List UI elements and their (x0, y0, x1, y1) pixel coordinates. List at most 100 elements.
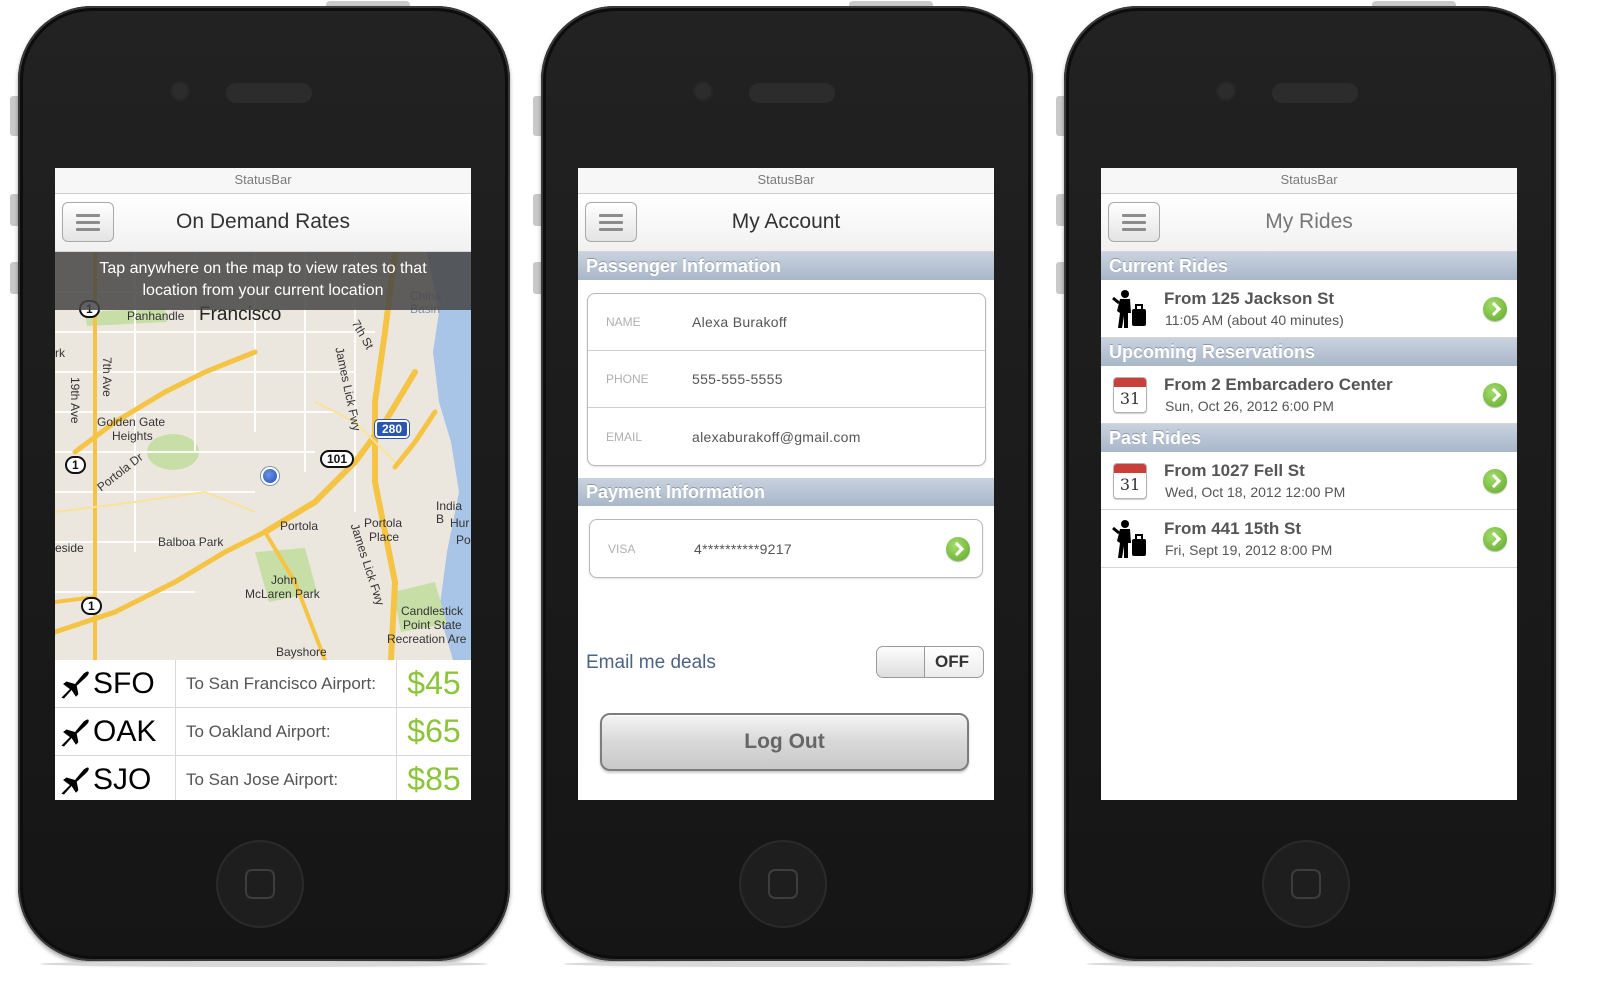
map-label-7th-ave: 7th Ave (100, 357, 114, 397)
map-label-panhandle: Panhandle (127, 309, 185, 323)
ride-time: Fri, Sept 19, 2012 8:00 PM (1165, 542, 1333, 558)
mute-switch (10, 96, 18, 136)
toggle-state: OFF (935, 652, 969, 671)
route-1-shield: 1 (81, 597, 102, 615)
chevron-right-icon[interactable] (1483, 468, 1507, 493)
map-label-place: Place (369, 530, 400, 544)
email-deals-toggle[interactable]: OFF (876, 646, 984, 678)
section-header-payment: Payment Information (578, 478, 994, 506)
map-label-bayshore: Bayshore (276, 645, 327, 659)
airport-code: OAK (93, 714, 157, 748)
map[interactable]: Francisco Panhandle Golden Gate Heights … (55, 252, 471, 660)
ride-title: From 2 Embarcadero Center (1164, 375, 1393, 394)
volume-down-button (1056, 262, 1064, 294)
field-label: PHONE (606, 372, 649, 386)
rate-row-sjo[interactable]: SJO To San Jose Airport: $85 (55, 756, 471, 800)
airport-code: SJO (93, 762, 152, 796)
home-button[interactable] (1262, 840, 1350, 928)
toggle-knob (877, 647, 925, 677)
rate-destination: To San Francisco Airport: (176, 660, 397, 707)
section-header-passenger: Passenger Information (578, 252, 994, 280)
nav-bar: My Account (578, 194, 994, 252)
volume-up-button (10, 194, 18, 226)
home-icon (768, 869, 798, 899)
map-label-john: John (271, 573, 298, 587)
mute-switch (533, 96, 541, 136)
field-value: Alexa Burakoff (692, 314, 787, 330)
rate-price: $65 (407, 713, 461, 749)
map-label-recreation: Recreation Are (387, 632, 467, 646)
field-value: alexaburakoff@gmail.com (692, 428, 861, 445)
route-101-shield: 101 (320, 450, 355, 468)
traveler-icon (1112, 520, 1146, 558)
map-label-point-state: Point State (403, 618, 462, 632)
phone-account: StatusBar My Account Passenger Informati… (533, 1, 1033, 967)
logout-button[interactable]: Log Out (600, 713, 969, 771)
airport-code: SFO (93, 666, 155, 700)
passenger-info-card: NAME Alexa Burakoff PHONE 555-555-5555 E… (587, 293, 986, 466)
rate-price: $45 (407, 665, 461, 701)
rate-row-oak[interactable]: OAK To Oakland Airport: $65 (55, 708, 471, 756)
volume-down-button (533, 262, 541, 294)
volume-up-button (1056, 194, 1064, 226)
map-label-candlestick: Candlestick (401, 604, 464, 618)
home-icon (1291, 869, 1321, 899)
traveler-icon (1112, 290, 1146, 328)
calendar-icon: 31 (1113, 463, 1147, 499)
payment-row[interactable]: VISA 4**********9217 (590, 520, 982, 577)
camera (1216, 81, 1236, 101)
rate-destination: To Oakland Airport: (176, 708, 397, 755)
status-bar: StatusBar (55, 168, 471, 194)
airplane-icon (61, 671, 89, 698)
payment-card: VISA 4**********9217 (589, 519, 983, 578)
rates-screen: StatusBar On Demand Rates Francisco Panh… (55, 168, 471, 800)
chevron-right-icon[interactable] (1483, 382, 1507, 407)
map-label-balboa-park: Balboa Park (158, 535, 224, 549)
airplane-icon (61, 767, 89, 794)
rate-row-sfo[interactable]: SFO To San Francisco Airport: $45 (55, 660, 471, 708)
section-header-past: Past Rides (1101, 424, 1517, 452)
map-label-mclaren-park: McLaren Park (245, 587, 320, 601)
map-instructions: Tap anywhere on the map to view rates to… (55, 252, 471, 310)
status-bar: StatusBar (578, 168, 994, 194)
ride-row[interactable]: From 441 15th St Fri, Sept 19, 2012 8:00… (1101, 510, 1517, 568)
ride-time: 11:05 AM (about 40 minutes) (1165, 312, 1344, 328)
phone-rates: StatusBar On Demand Rates Francisco Panh… (10, 1, 510, 967)
email-field[interactable]: EMAIL alexaburakoff@gmail.com (588, 408, 985, 465)
calendar-icon: 31 (1113, 377, 1147, 413)
calendar-day: 31 (1119, 389, 1141, 408)
email-deals-label: Email me deals (586, 652, 716, 673)
page-title: My Rides (1265, 210, 1353, 233)
card-number: 4**********9217 (694, 540, 792, 557)
ride-row[interactable]: From 125 Jackson St 11:05 AM (about 40 m… (1101, 280, 1517, 338)
speaker (749, 83, 835, 103)
ride-time: Wed, Oct 18, 2012 12:00 PM (1165, 484, 1346, 500)
map-instructions-line-2: location from your current location (142, 282, 384, 299)
home-icon (245, 869, 275, 899)
status-bar: StatusBar (1101, 168, 1517, 194)
email-deals-setting: Email me deals OFF (586, 646, 984, 682)
chevron-right-icon[interactable] (946, 536, 970, 561)
speaker (226, 83, 312, 103)
home-button[interactable] (216, 840, 304, 928)
rate-code-cell: OAK (55, 708, 176, 755)
field-label: EMAIL (606, 429, 643, 444)
map-instructions-line-1: Tap anywhere on the map to view rates to… (99, 260, 427, 277)
section-header-upcoming: Upcoming Reservations (1101, 338, 1517, 366)
rate-code-cell: SJO (55, 756, 176, 800)
phone-field[interactable]: PHONE 555-555-5555 (588, 351, 985, 408)
ride-row[interactable]: 31 From 2 Embarcadero Center Sun, Oct 26… (1101, 366, 1517, 424)
map-label-portola: Portola (280, 519, 319, 533)
home-button[interactable] (739, 840, 827, 928)
volume-down-button (10, 262, 18, 294)
chevron-right-icon[interactable] (1483, 296, 1507, 321)
ride-row[interactable]: 31 From 1027 Fell St Wed, Oct 18, 2012 1… (1101, 452, 1517, 510)
name-field[interactable]: NAME Alexa Burakoff (588, 294, 985, 351)
phone-shadow (563, 961, 1011, 967)
chevron-right-icon[interactable] (1483, 526, 1507, 551)
map-label-golden-gate: Golden Gate (97, 415, 166, 429)
calendar-day: 31 (1119, 475, 1141, 494)
volume-up-button (533, 194, 541, 226)
rate-destination: To San Jose Airport: (176, 756, 397, 800)
field-label: NAME (606, 315, 641, 329)
